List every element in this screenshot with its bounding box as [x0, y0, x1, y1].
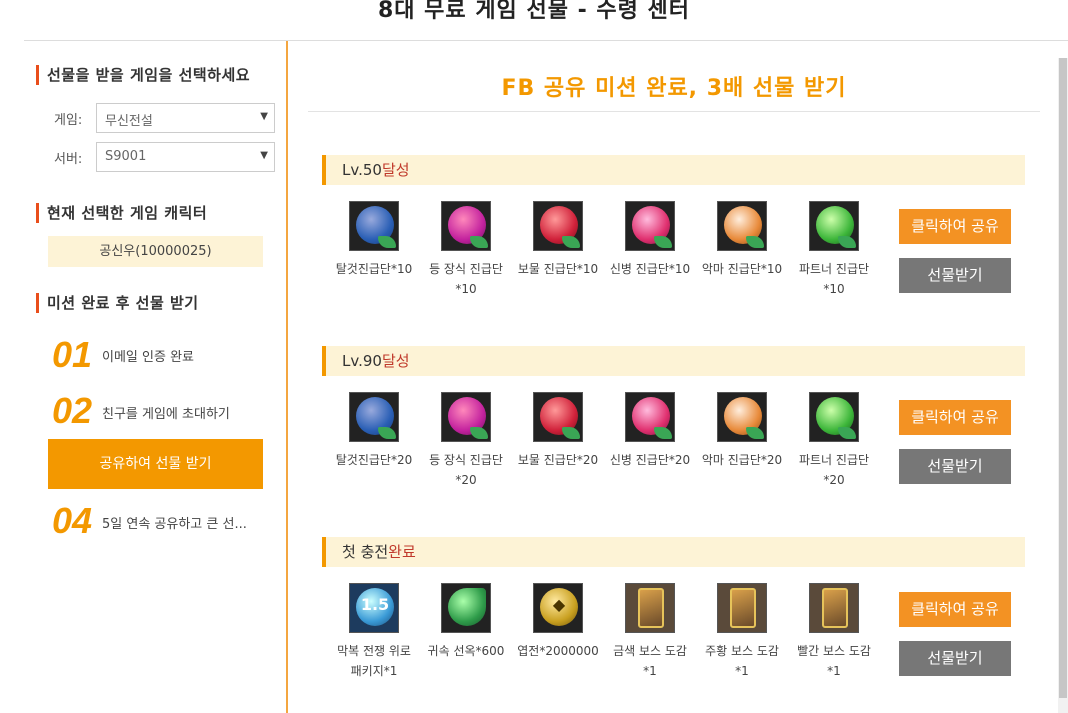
- item-label: 탈것진급단*10: [335, 262, 413, 276]
- chevron-down-icon: ▼: [260, 111, 268, 122]
- game-select-value: 무신전설: [105, 114, 153, 129]
- reward-item: 악마 진급단*10: [696, 201, 788, 279]
- select-game-heading: 선물을 받을 게임을 선택하세요: [36, 65, 250, 85]
- demon-orb-icon: [717, 201, 767, 251]
- step-label: 친구를 게임에 초대하기: [102, 407, 230, 422]
- section-status: 완료: [388, 543, 416, 561]
- section-header: Lv.50달성: [322, 155, 1025, 185]
- boss-card-icon: [809, 583, 859, 633]
- share-button[interactable]: 클릭하여 공유: [899, 592, 1011, 627]
- step-number: 04: [52, 500, 93, 541]
- section-status: 달성: [381, 161, 410, 179]
- mount-orb-icon: [349, 392, 399, 442]
- item-label: 주황 보스 도감 *1: [705, 644, 779, 678]
- section-title: 첫 충전: [342, 543, 389, 561]
- item-label: 탈것진급단*20: [335, 453, 413, 467]
- treasure-orb-icon: [533, 201, 583, 251]
- reward-item: 파트너 진급단 *20: [788, 392, 880, 490]
- character-name: 공신우(10000025): [48, 236, 263, 267]
- reward-item: 파트너 진급단 *10: [788, 201, 880, 299]
- sidebar-divider: [286, 41, 288, 713]
- main-divider: [308, 111, 1040, 112]
- item-label: 악마 진급단*20: [701, 453, 783, 467]
- page-title: 8대 무료 게임 선물 - 수령 센터: [377, 0, 691, 23]
- reward-item: 귀속 선옥*600: [420, 583, 512, 661]
- section-header: 첫 충전완료: [322, 537, 1025, 567]
- reward-item: ◆ 엽전*2000000: [512, 583, 604, 661]
- item-label: 악마 진급단*10: [701, 262, 783, 276]
- step-label: 5일 연속 공유하고 큰 선...: [102, 517, 247, 532]
- reward-item: 신병 진급단*20: [604, 392, 696, 470]
- item-label: 파트너 진급단 *10: [798, 262, 870, 296]
- scrollbar-thumb[interactable]: [1059, 58, 1067, 698]
- item-label: 등 장식 진급단 *20: [429, 453, 503, 487]
- reward-item: 악마 진급단*20: [696, 392, 788, 470]
- package-icon: 1.5: [349, 583, 399, 633]
- reward-item: 보물 진급단*20: [512, 392, 604, 470]
- partner-orb-icon: [809, 201, 859, 251]
- sidebar: 선물을 받을 게임을 선택하세요 게임: 무신전설 ▼ 서버: S9001 ▼ …: [24, 41, 286, 713]
- share-button[interactable]: 클릭하여 공유: [899, 209, 1011, 244]
- share-button[interactable]: 클릭하여 공유: [899, 400, 1011, 435]
- game-select[interactable]: 무신전설 ▼: [96, 103, 275, 133]
- step-number: 02: [52, 390, 93, 431]
- back-deco-orb-icon: [441, 392, 491, 442]
- mount-orb-icon: [349, 201, 399, 251]
- reward-item: 등 장식 진급단 *20: [420, 392, 512, 490]
- demon-orb-icon: [717, 392, 767, 442]
- reward-item: 탈것진급단*10: [328, 201, 420, 279]
- mission-heading: 미션 완료 후 선물 받기: [36, 293, 199, 313]
- reward-item: 신병 진급단*10: [604, 201, 696, 279]
- divine-weapon-orb-icon: [625, 392, 675, 442]
- current-character-heading: 현재 선택한 게임 캐릭터: [36, 203, 207, 223]
- item-label: 보물 진급단*20: [517, 453, 599, 467]
- section-header: Lv.90달성: [322, 346, 1025, 376]
- item-label: 등 장식 진급단 *10: [429, 262, 503, 296]
- section-title: Lv.50: [342, 161, 382, 179]
- item-label: 파트너 진급단 *20: [798, 453, 870, 487]
- step-number: 01: [52, 334, 93, 375]
- reward-item: 주황 보스 도감 *1: [696, 583, 788, 681]
- item-label: 빨간 보스 도감 *1: [797, 644, 871, 678]
- divine-weapon-orb-icon: [625, 201, 675, 251]
- chevron-down-icon: ▼: [260, 150, 268, 161]
- item-label: 금색 보스 도감 *1: [613, 644, 687, 678]
- boss-card-icon: [717, 583, 767, 633]
- claim-gift-button[interactable]: 선물받기: [899, 449, 1011, 484]
- boss-card-icon: [625, 583, 675, 633]
- share-gift-step-button[interactable]: 공유하여 선물 받기: [48, 439, 263, 489]
- reward-item: 1.5 막복 전쟁 위로 패키지*1: [328, 583, 420, 681]
- reward-item: 등 장식 진급단 *10: [420, 201, 512, 299]
- server-select[interactable]: S9001 ▼: [96, 142, 275, 172]
- item-label: 신병 진급단*20: [609, 453, 691, 467]
- section-title: Lv.90: [342, 352, 382, 370]
- server-label: 서버:: [54, 152, 83, 167]
- server-select-value: S9001: [105, 149, 147, 164]
- partner-orb-icon: [809, 392, 859, 442]
- jade-icon: [441, 583, 491, 633]
- main-title: FB 공유 미션 완료, 3배 선물 받기: [501, 76, 847, 101]
- scrollbar[interactable]: [1058, 58, 1068, 713]
- claim-gift-button[interactable]: 선물받기: [899, 641, 1011, 676]
- item-label: 귀속 선옥*600: [427, 644, 505, 658]
- game-label: 게임:: [54, 113, 83, 128]
- section-status: 달성: [381, 352, 410, 370]
- back-deco-orb-icon: [441, 201, 491, 251]
- item-label: 보물 진급단*10: [517, 262, 599, 276]
- item-label: 엽전*2000000: [517, 644, 599, 658]
- treasure-orb-icon: [533, 392, 583, 442]
- item-label: 신병 진급단*10: [609, 262, 691, 276]
- item-label: 막복 전쟁 위로 패키지*1: [337, 644, 411, 678]
- reward-item: 금색 보스 도감 *1: [604, 583, 696, 681]
- reward-item: 보물 진급단*10: [512, 201, 604, 279]
- claim-gift-button[interactable]: 선물받기: [899, 258, 1011, 293]
- reward-item: 탈것진급단*20: [328, 392, 420, 470]
- reward-item: 빨간 보스 도감 *1: [788, 583, 880, 681]
- step-label: 이메일 인증 완료: [102, 350, 194, 365]
- coin-icon: ◆: [533, 583, 583, 633]
